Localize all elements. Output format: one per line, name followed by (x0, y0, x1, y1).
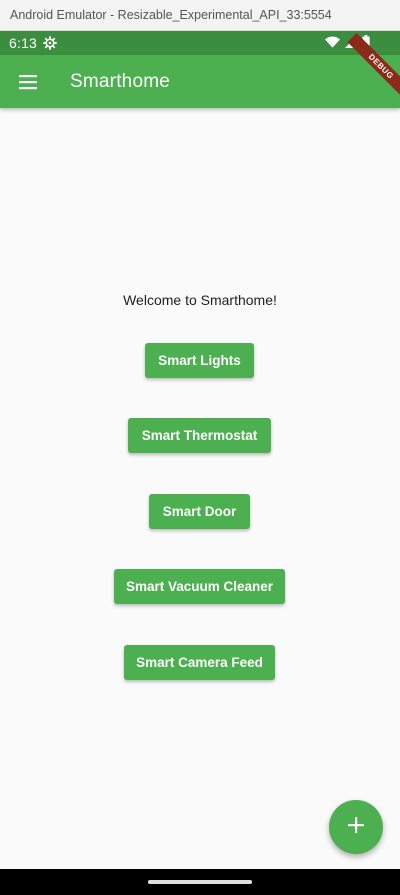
settings-gear-icon (43, 36, 58, 50)
status-bar: 6:13 (0, 31, 400, 55)
app-title: Smarthome (70, 70, 171, 92)
emulator-window: Android Emulator - Resizable_Experimenta… (0, 0, 400, 895)
wifi-icon (325, 35, 340, 51)
emulator-title-bar: Android Emulator - Resizable_Experimenta… (0, 0, 400, 31)
smart-door-button[interactable]: Smart Door (149, 494, 250, 529)
smart-lights-button[interactable]: Smart Lights (145, 343, 254, 378)
add-fab-button[interactable] (329, 800, 383, 854)
home-gesture-handle[interactable] (148, 880, 252, 884)
add-icon (347, 816, 365, 839)
smart-vacuum-cleaner-button[interactable]: Smart Vacuum Cleaner (114, 569, 285, 604)
smart-thermostat-button[interactable]: Smart Thermostat (128, 418, 271, 453)
navigation-bar (0, 869, 400, 895)
app-bar: Smarthome (0, 55, 400, 108)
status-time: 6:13 (9, 35, 38, 51)
main-content: Welcome to Smarthome! Smart Lights Smart… (0, 108, 400, 869)
smart-camera-feed-button[interactable]: Smart Camera Feed (124, 645, 275, 680)
hamburger-menu-icon[interactable] (0, 55, 56, 108)
emulator-title: Android Emulator - Resizable_Experimenta… (10, 8, 332, 22)
welcome-text: Welcome to Smarthome! (123, 292, 277, 308)
